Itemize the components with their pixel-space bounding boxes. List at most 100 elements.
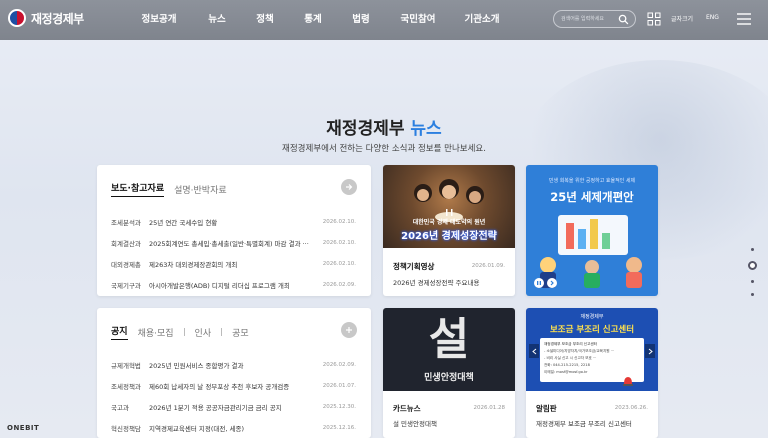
pager-dot[interactable] [751,293,754,296]
item-date: 2026.02.10. [322,218,356,225]
item-category: 규제개혁법 [111,361,141,370]
alert-thumb-org: 재정경제부 [580,314,604,320]
plus-icon [346,327,352,333]
item-category: 대외경제총 [111,260,141,269]
press-tabs: 보도·참고자료 설명·반박자료 [111,181,227,197]
list-item[interactable]: 국고과 2026년 1분기 적용 공공자금관리기금 금리 공지 2025.12.30… [111,396,356,417]
item-category: 조세분석과 [111,218,141,227]
search-icon[interactable] [618,14,629,25]
item-title: 제263차 대외경제장관회의 개최 [149,260,238,269]
nav-item-about[interactable]: 기관소개 [450,0,514,40]
video-date: 2026.01.09. [471,263,505,269]
tab-divider [221,328,223,336]
alert-thumb-line: - 소셜미디어/지방자치/국가보조금/교육지원 ··· [544,349,615,353]
tab-recruit[interactable]: 채용·모집 [138,326,174,339]
top-header: 재정경제부 정보공개 뉴스 정책 통계 법령 국민참여 기관소개 글자크기 EN… [0,0,768,40]
nav-item-law[interactable]: 법령 [336,0,386,40]
banner-pager [534,278,557,288]
card-news-desc: 설 민생안정대책 [393,420,437,428]
item-category: 국제기구과 [111,281,141,290]
site-logo[interactable]: 재정경제부 [8,9,84,27]
item-title: 아시아개발은행(ADB) 디지털 리더십 프로그램 개최 [149,281,290,290]
section-pager [748,248,757,296]
tab-press-release[interactable]: 보도·참고자료 [111,181,165,197]
list-item[interactable]: 대외경제총 제263차 대외경제장관회의 개최 2026.02.10. [111,253,356,274]
section-title: 재정경제부 뉴스 [0,114,768,139]
video-label: 정책기획영상 [393,262,435,271]
list-item[interactable]: 혁신정책담 지역경제교육센터 지정(대전, 세종) 2025.12.16. [111,417,356,438]
section-title-accent: 뉴스 [410,119,442,139]
section-title-main: 재정경제부 [326,119,405,139]
item-date: 2026.01.07. [322,382,356,389]
item-date: 2026.02.10. [322,260,356,267]
item-category: 혁신정책담 [111,424,141,433]
item-title: 25년 연간 국세수입 현황 [149,218,218,227]
list-item[interactable]: 조세정책과 제60회 납세자의 날 정부포상 추천 후보자 공개검증 2026.01… [111,375,356,396]
item-title: 2025년 민원서비스 종합평가 결과 [149,361,244,370]
pager-dot[interactable] [751,280,754,283]
item-title: 제60회 납세자의 날 정부포상 추천 후보자 공개검증 [149,382,290,391]
item-date: 2026.02.09. [322,361,356,368]
item-date: 2025.12.16. [322,424,356,431]
logo-text: 재정경제부 [31,11,84,26]
alert-label: 알림판 [536,404,557,413]
tab-personnel[interactable]: 인사 [195,326,212,339]
alert-thumb-line: - 비리 사실 신고 시 신고자 보호 ··· [544,356,597,360]
list-item[interactable]: 규제개혁법 2025년 민원서비스 종합평가 결과 2026.02.09. [111,354,356,375]
chevron-right-icon [648,348,653,354]
tab-contest[interactable]: 공모 [232,326,249,339]
notice-more-button[interactable] [341,322,357,338]
item-category: 국고과 [111,403,129,412]
hamburger-menu-icon[interactable] [736,12,752,26]
nav-item-policy[interactable]: 정책 [240,0,290,40]
siren-icon [623,377,633,386]
nav-item-stats[interactable]: 통계 [290,0,336,40]
video-thumb-title: 2026년 경제성장전략 [401,231,497,242]
pager-dot-active[interactable] [748,261,757,270]
tab-notice[interactable]: 공지 [111,324,128,340]
alert-thumb-line: 전화: 044-215-2215, 2218 [544,363,590,367]
item-date: 2025.12.30. [322,403,356,410]
brand-watermark: ONEBIT [7,424,40,432]
arrow-right-icon [346,184,353,190]
tab-explanation[interactable]: 설명·반박자료 [174,183,227,196]
policy-video-card[interactable]: 대한민국 경제 대도약의 원년 2026년 경제성장전략 정책기획영상 2026… [383,165,515,296]
video-thumb-caption: 대한민국 경제 대도약의 원년 [412,219,486,226]
notice-list: 규제개혁법 2025년 민원서비스 종합평가 결과 2026.02.09. 조세정책… [111,354,356,438]
card-news-card[interactable]: 설 민생안정대책 카드뉴스 2026.01.28 설 민생안정대책 [383,308,515,438]
banner-top-text: 민생 회복을 위한 공정하고 효율적인 세제 [548,178,636,184]
list-item[interactable]: 조세분석과 25년 연간 국세수입 현황 2026.02.10. [111,211,356,232]
list-item[interactable]: 회계결산과 2025회계연도 총세입·총세출(일반·특별회계) 마감 결과 ···… [111,232,356,253]
next-slide-button[interactable] [645,344,655,358]
alert-date: 2023.06.26. [614,405,648,411]
section-subtitle: 재정경제부에서 전하는 다양한 소식과 정보를 만나보세요. [282,144,486,154]
item-category: 조세정책과 [111,382,141,391]
search-box [553,10,636,28]
alert-thumb-line: 재정경제부 보조금 부조리 신고센터 [544,342,598,346]
nav-item-news[interactable]: 뉴스 [194,0,240,40]
notice-tabs: 공지 채용·모집 인사 공모 [111,324,249,340]
prev-slide-button[interactable] [529,344,539,358]
press-more-button[interactable] [341,179,357,195]
font-size-link[interactable]: 글자크기 [671,14,693,23]
pause-button[interactable] [534,278,544,288]
main-nav: 정보공개 뉴스 정책 통계 법령 국민참여 기관소개 [124,0,514,40]
alert-board-card[interactable]: 재정경제부 보조금 부조리 신고센터 재정경제부 보조금 부조리 신고센터 - … [526,308,658,438]
list-item[interactable]: 국제기구과 아시아개발은행(ADB) 디지털 리더십 프로그램 개최 2026.02… [111,274,356,295]
taegeuk-logo-icon [8,9,26,27]
language-link[interactable]: ENG [706,14,719,21]
pager-dot[interactable] [751,248,754,251]
next-slide-button[interactable] [547,278,557,288]
grid-icon[interactable] [647,12,661,26]
alert-thumb-title: 보조금 부조리 신고센터 [549,325,635,335]
nav-item-participation[interactable]: 국민참여 [386,0,450,40]
search-input[interactable] [561,13,619,25]
card-news-thumb-sub: 민생안정대책 [424,373,474,383]
item-date: 2026.02.09. [322,281,356,288]
press-list: 조세분석과 25년 연간 국세수입 현황 2026.02.10. 회계결산과 2025… [111,211,356,295]
card-news-label: 카드뉴스 [393,404,421,413]
alert-thumbnail: 재정경제부 보조금 부조리 신고센터 재정경제부 보조금 부조리 신고센터 - … [526,308,658,391]
tax-reform-banner[interactable]: 민생 회복을 위한 공정하고 효율적인 세제 25년 세제개편안 [526,165,658,296]
card-news-date: 2026.01.28 [473,405,506,411]
nav-item-info[interactable]: 정보공개 [124,0,194,40]
